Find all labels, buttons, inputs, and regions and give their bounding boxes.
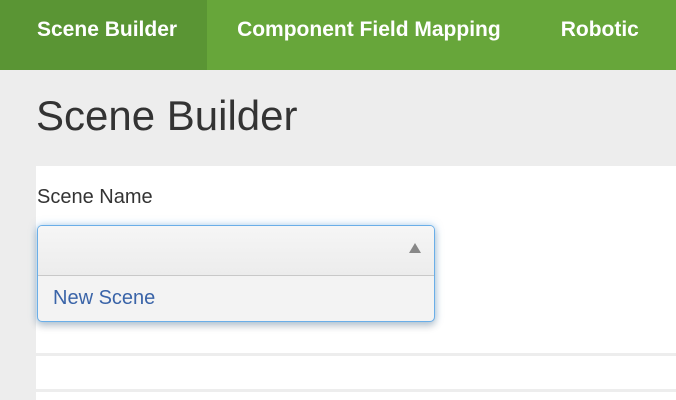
tab-scene-builder[interactable]: Scene Builder — [0, 0, 208, 70]
tab-component-field-mapping[interactable]: Component Field Mapping — [207, 0, 531, 70]
tab-robotic[interactable]: Robotic — [531, 0, 669, 70]
form-panel: Scene Name New Scene — [36, 166, 676, 400]
option-new-scene[interactable]: New Scene — [38, 276, 434, 321]
divider — [36, 389, 676, 392]
caret-up-icon[interactable] — [409, 243, 421, 253]
page-title: Scene Builder — [36, 92, 298, 139]
scene-name-select-input[interactable] — [38, 226, 434, 276]
scene-name-select[interactable]: New Scene — [37, 225, 435, 322]
scene-name-label: Scene Name — [37, 186, 153, 208]
divider — [36, 353, 676, 356]
top-nav: Scene Builder Component Field Mapping Ro… — [0, 0, 676, 70]
